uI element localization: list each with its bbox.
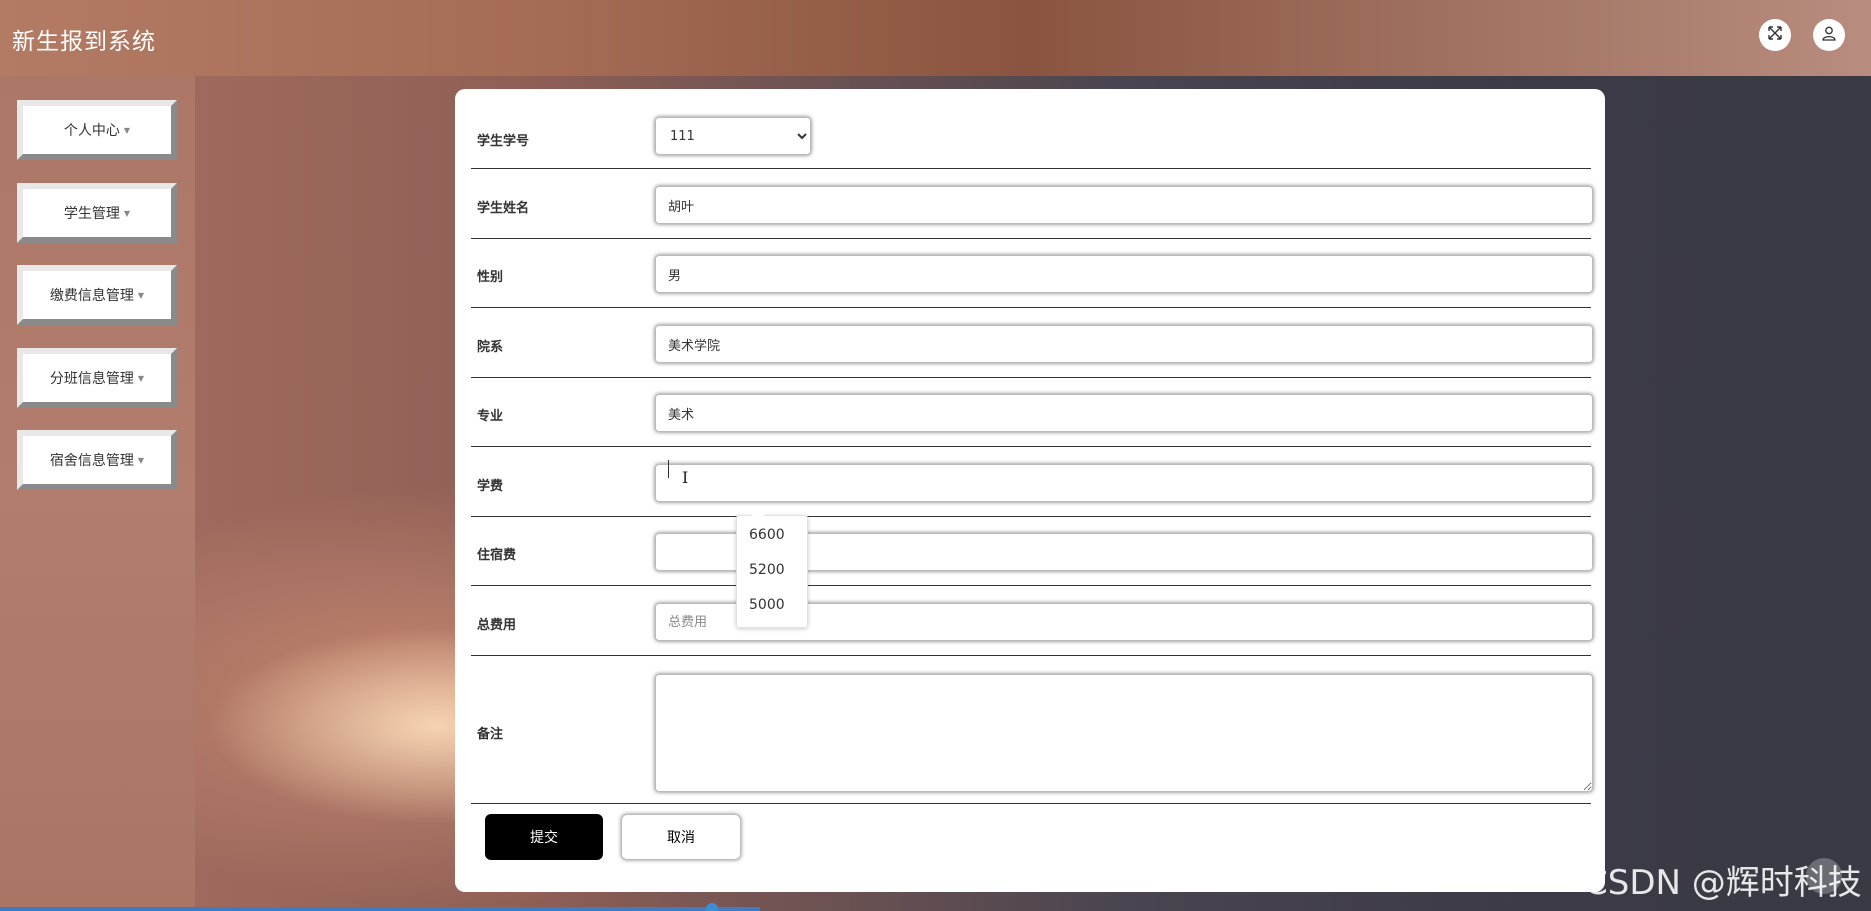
watermark: CSDN @辉时科技 [1584,863,1862,903]
field-label: 学生学号 [477,134,530,149]
sidebar-item-class-management[interactable]: 分班信息管理 ▼ [17,348,177,408]
form-row-tuition: 学费 [471,447,1593,517]
student-id-select[interactable]: 111 [655,117,811,155]
tuition-input[interactable] [655,464,1593,502]
form-row-accommodation-fee: 住宿费 [471,517,1593,586]
field-label: 总费用 [477,618,517,633]
scroll-thumb-dot[interactable] [706,903,718,911]
fullscreen-button[interactable] [1759,19,1791,51]
field-label: 专业 [477,409,504,424]
sidebar-item-student-management[interactable]: 学生管理 ▼ [17,183,177,243]
caret-down-icon: ▼ [137,455,145,465]
caret-down-icon: ▼ [123,208,131,218]
sidebar-item-label: 分班信息管理 [49,371,134,387]
submit-button[interactable]: 提交 [485,814,603,860]
top-header: 新生报到系统 [0,0,1871,76]
text-caret [668,460,669,478]
autocomplete-option[interactable]: 5000 [749,597,785,613]
student-name-input[interactable] [655,186,1593,224]
form-row-gender: 性别 [471,239,1593,308]
app-title: 新生报到系统 [12,29,156,55]
sidebar-item-label: 缴费信息管理 [49,288,134,304]
autocomplete-option[interactable]: 6600 [749,527,785,543]
major-input[interactable] [655,394,1593,432]
remarks-textarea[interactable] [655,674,1593,792]
sidebar-item-payment-management[interactable]: 缴费信息管理 ▼ [17,265,177,325]
sidebar-item-dorm-management[interactable]: 宿舍信息管理 ▼ [17,430,177,490]
department-input[interactable] [655,325,1593,363]
field-label: 学费 [477,479,504,494]
form-card: 学生学号 111 学生姓名 性别 院系 专业 学费 住宿费 总费用 备注 提交 … [455,89,1605,892]
field-label: 性别 [477,270,504,285]
sidebar-item-label: 宿舍信息管理 [49,453,134,469]
sidebar-item-label: 个人中心 [63,123,120,139]
cancel-button[interactable]: 取消 [621,814,741,860]
form-row-student-name: 学生姓名 [471,169,1593,239]
ibeam-cursor-icon: I [682,468,689,487]
form-row-remarks: 备注 [471,656,1593,804]
user-icon [1821,25,1837,45]
form-row-student-id: 学生学号 111 [471,89,1591,169]
form-row-major: 专业 [471,378,1593,447]
form-row-department: 院系 [471,308,1593,378]
field-label: 学生姓名 [477,201,530,216]
autocomplete-option[interactable]: 5200 [749,562,785,578]
form-row-total-fee: 总费用 [471,586,1593,656]
horizontal-scrollbar[interactable] [0,907,760,911]
sidebar: 个人中心 ▼ 学生管理 ▼ 缴费信息管理 ▼ 分班信息管理 ▼ 宿舍信息管理 ▼ [0,76,195,911]
user-menu-button[interactable] [1813,19,1845,51]
gender-input[interactable] [655,255,1593,293]
field-label: 院系 [477,340,504,355]
caret-down-icon: ▼ [137,290,145,300]
tuition-autocomplete-dropdown: 6600 5200 5000 [736,509,808,628]
caret-down-icon: ▼ [137,373,145,383]
sidebar-item-personal-center[interactable]: 个人中心 ▼ [17,100,177,160]
sidebar-item-label: 学生管理 [63,206,120,222]
field-label: 住宿费 [477,548,517,563]
caret-down-icon: ▼ [123,125,131,135]
field-label: 备注 [477,727,504,742]
expand-arrows-icon [1767,25,1783,45]
